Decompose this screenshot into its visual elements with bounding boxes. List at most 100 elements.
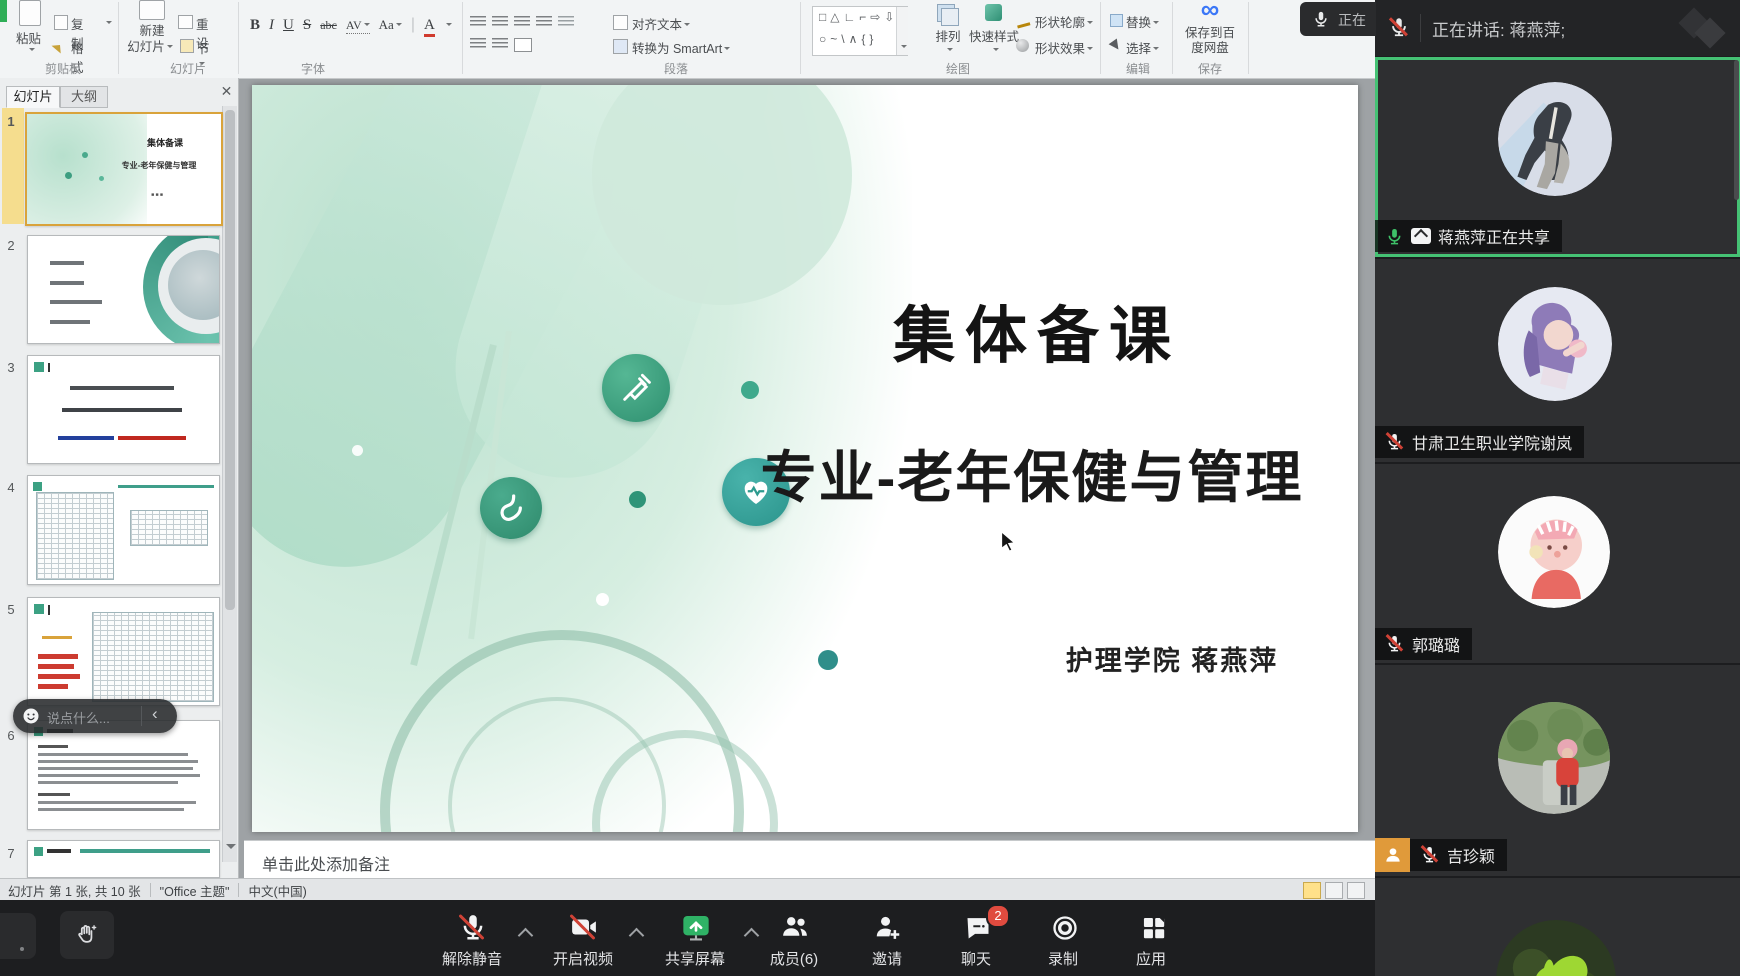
apps-button[interactable]: 应用 [1103, 912, 1199, 969]
participant-tile[interactable]: 吉珍颖 [1375, 665, 1740, 876]
clipboard-group-label: 剪贴板 [20, 60, 106, 77]
raise-hand-button[interactable] [60, 911, 114, 959]
new-slide-dropdown-icon [167, 45, 173, 51]
panel-scrollbar[interactable] [222, 106, 237, 862]
participant-tile[interactable]: 郭璐璐 [1375, 464, 1740, 663]
unmute-label: 解除静音 [424, 948, 520, 969]
meeting-app-window: 粘贴 复制 格式刷 剪贴板 新建 幻灯片 重设 节 幻灯片 [0, 0, 1740, 976]
font-color-dropdown-icon[interactable] [446, 23, 452, 29]
chat-overlay-divider [141, 706, 142, 726]
columns-icon[interactable] [470, 38, 486, 50]
apps-label: 应用 [1103, 948, 1199, 969]
panel-scroll-down-icon[interactable] [226, 844, 236, 854]
participant-name: 吉珍颖 [1447, 843, 1495, 867]
font-color-button[interactable]: A [424, 17, 435, 37]
smartart-icon [613, 39, 628, 54]
theme-status[interactable]: "Office 主题" [160, 881, 230, 900]
align-left-icon[interactable] [470, 16, 486, 28]
thumb6-line [38, 753, 188, 756]
thumb3-line [70, 386, 174, 390]
slide-thumbnail-2[interactable] [27, 235, 220, 344]
replace-label: 替换 [1126, 12, 1159, 31]
thumb1-dot [99, 176, 104, 181]
slide-thumbnail-3[interactable] [27, 355, 220, 464]
participant-name-pill: 吉珍颖 [1410, 839, 1507, 871]
tab-slides[interactable]: 幻灯片 [6, 86, 60, 108]
line-spacing-icon[interactable] [558, 16, 574, 28]
language-status[interactable]: 中文(中国) [248, 881, 306, 900]
unmute-button[interactable]: 解除静音 [424, 912, 520, 969]
reading-view-button[interactable] [1347, 882, 1365, 899]
thumb5-redline [38, 664, 74, 669]
new-slide-button[interactable]: 新建 幻灯片 [128, 0, 176, 58]
tab-outline[interactable]: 大纲 [60, 86, 108, 108]
chat-button[interactable]: 聊天 2 [928, 912, 1024, 969]
unmute-options-caret[interactable] [518, 928, 534, 944]
slide-thumbnail-4[interactable] [27, 475, 220, 585]
paste-button[interactable]: 粘贴 [14, 0, 48, 58]
main-slide-canvas[interactable]: 集体备课 专业-老年保健与管理 护理学院 蒋燕萍 [252, 85, 1358, 832]
participant-avatar [1498, 287, 1612, 401]
align-center-icon[interactable] [492, 16, 508, 28]
thumb4-topline [118, 485, 214, 488]
slide-sorter-view-button[interactable] [1325, 882, 1343, 899]
bold-button[interactable]: B [250, 17, 260, 34]
thumb6-line [38, 767, 193, 770]
italic-button[interactable]: I [269, 17, 274, 34]
stomach-badge [480, 477, 542, 539]
char-spacing-button[interactable]: AV [346, 18, 370, 34]
panel-scrollbar-thumb[interactable] [225, 110, 235, 610]
shapes-scroll[interactable] [896, 7, 908, 55]
start-video-label: 开启视频 [535, 948, 631, 969]
slide-thumbnail-5[interactable] [27, 597, 220, 706]
deco-dot-white [352, 445, 363, 456]
smartart-label: 转换为 SmartArt [632, 38, 730, 57]
change-case-dropdown-icon [396, 23, 402, 29]
strikethrough-button[interactable]: S [303, 17, 311, 34]
align-right-icon[interactable] [514, 16, 530, 28]
notes-area[interactable]: 单击此处添加备注 [244, 840, 1375, 879]
normal-view-button[interactable] [1303, 882, 1321, 899]
participant-tile[interactable]: 蒋燕萍正在共享 [1375, 57, 1740, 257]
text-direction-icon[interactable] [492, 38, 508, 50]
start-video-button[interactable]: 开启视频 [535, 912, 631, 969]
slide-thumbnail-7[interactable] [27, 840, 220, 878]
sidebar-scrollbar[interactable] [1734, 60, 1739, 200]
shapes-gallery[interactable]: □△∟⌐⇨⇩ ○~\∧{} [812, 6, 908, 56]
emoji-smiley-icon[interactable] [22, 707, 40, 725]
members-label: 成员(6) [746, 948, 842, 969]
thumb5-redline [38, 674, 80, 679]
underline-button[interactable]: U [283, 17, 294, 34]
chat-quick-overlay: 说点什么... ‹ [13, 699, 177, 733]
participant-tile[interactable] [1375, 878, 1740, 976]
collapse-chevron-icon[interactable]: ‹ [152, 704, 158, 724]
close-panel-button[interactable]: ✕ [219, 84, 234, 99]
table-icon[interactable] [514, 38, 532, 52]
thumb6-line [38, 793, 70, 796]
save-baidu-label-1: 保存到百 [1178, 26, 1242, 41]
shapes-row-2: ○~\∧{} [819, 32, 877, 46]
shadow-button[interactable]: abc [320, 18, 337, 33]
font-group-label: 字体 [270, 60, 356, 77]
invite-button[interactable]: 邀请 [839, 912, 935, 969]
justify-icon[interactable] [536, 16, 552, 28]
toolbar-edge-button[interactable] [0, 913, 36, 959]
window-edge-accent [0, 0, 7, 22]
arrange-icon-layer [941, 8, 959, 26]
record-button[interactable]: 录制 [1015, 912, 1111, 969]
slide-thumbnail-1[interactable]: 集体备课 专业-老年保健与管理 ■ ■ ■ [25, 112, 223, 226]
share-screen-button[interactable]: 共享屏幕 [647, 912, 743, 969]
thumb4-table-right [130, 510, 208, 546]
change-case-button[interactable]: Aa [379, 17, 402, 33]
chat-quick-input[interactable]: 说点什么... [47, 708, 110, 727]
slide-thumbnail-6[interactable] [27, 720, 220, 830]
participant-name-pill: 蒋燕萍正在共享 [1375, 220, 1562, 252]
members-button[interactable]: 成员(6) [746, 912, 842, 969]
new-slide-label-2: 幻灯片 [124, 40, 176, 55]
slide-subtitle: 专业-老年保健与管理 [682, 433, 1358, 514]
format-painter-icon [52, 37, 69, 54]
video-options-caret[interactable] [629, 928, 645, 944]
participant-tile[interactable]: 甘肃卫生职业学院谢岚 [1375, 259, 1740, 462]
quick-styles-dropdown-icon [993, 48, 999, 54]
profile-badge [1375, 838, 1410, 872]
